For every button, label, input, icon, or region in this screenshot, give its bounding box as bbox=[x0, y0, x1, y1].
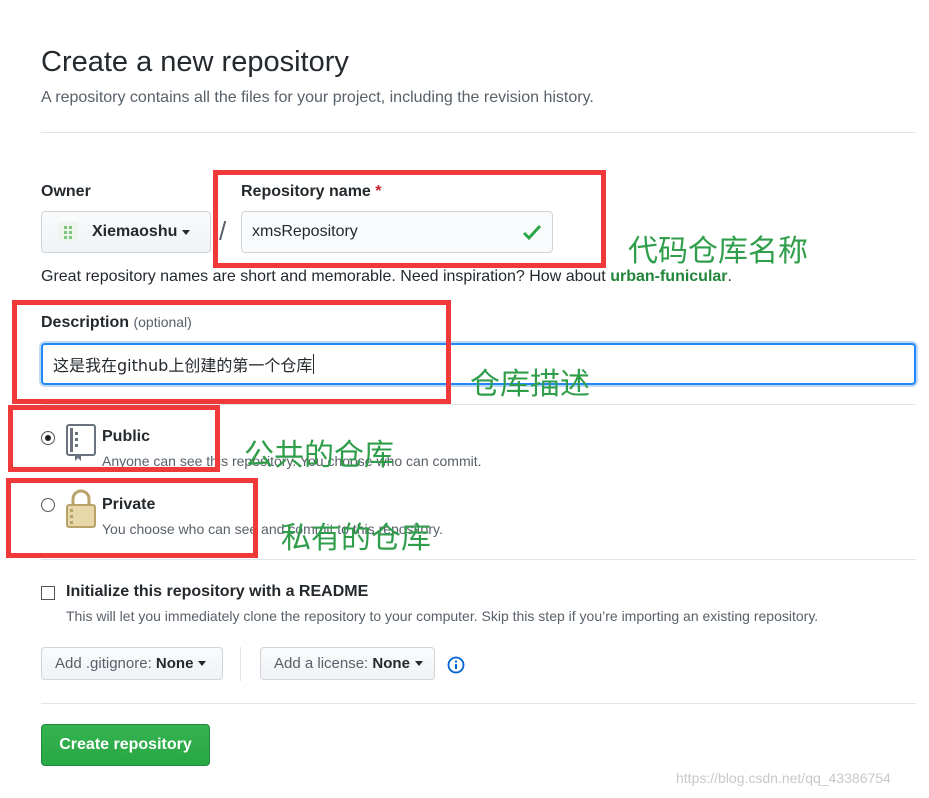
owner-name: Xiemaoshu bbox=[92, 223, 178, 240]
name-suggestion-link[interactable]: urban-funicular bbox=[610, 268, 727, 285]
annotation-public: 公共的仓库 bbox=[244, 438, 394, 473]
chevron-down-icon bbox=[198, 661, 207, 666]
license-label: Add a license: bbox=[274, 655, 369, 672]
annotation-box-public bbox=[8, 405, 220, 472]
readme-title: Initialize this repository with a README bbox=[66, 583, 369, 600]
annotation-box-repo-name bbox=[213, 170, 606, 268]
owner-avatar-icon bbox=[58, 222, 78, 242]
owner-label: Owner bbox=[41, 183, 91, 200]
readme-checkbox[interactable] bbox=[41, 586, 55, 600]
chevron-down-icon bbox=[182, 229, 191, 235]
gitignore-value: None bbox=[155, 655, 194, 672]
chevron-down-icon bbox=[414, 661, 423, 666]
license-value: None bbox=[372, 655, 410, 672]
name-hint-end: . bbox=[727, 268, 732, 285]
page-subtitle: A repository contains all the files for … bbox=[41, 89, 594, 106]
annotation-description: 仓库描述 bbox=[470, 367, 590, 402]
license-dropdown[interactable]: Add a license: None bbox=[260, 647, 435, 680]
annotation-box-private bbox=[6, 478, 258, 558]
page-title: Create a new repository bbox=[41, 46, 349, 78]
divider bbox=[41, 559, 916, 560]
divider bbox=[41, 132, 916, 133]
divider bbox=[41, 703, 916, 704]
gitignore-label: Add .gitignore: bbox=[55, 655, 152, 672]
create-repository-button[interactable]: Create repository bbox=[41, 724, 210, 766]
name-hint-text: Great repository names are short and mem… bbox=[41, 268, 611, 285]
watermark: https://blog.csdn.net/qq_43386754 bbox=[676, 770, 891, 786]
readme-desc: This will let you immediately clone the … bbox=[66, 608, 819, 624]
gitignore-dropdown[interactable]: Add .gitignore: None bbox=[41, 647, 223, 680]
annotation-box-description bbox=[12, 300, 451, 404]
annotation-private: 私有的仓库 bbox=[281, 521, 431, 556]
name-hint: Great repository names are short and mem… bbox=[41, 268, 732, 286]
annotation-repo-name: 代码仓库名称 bbox=[628, 234, 808, 269]
divider bbox=[240, 647, 241, 681]
owner-dropdown[interactable]: Xiemaoshu bbox=[41, 211, 211, 253]
info-icon[interactable] bbox=[447, 656, 465, 679]
